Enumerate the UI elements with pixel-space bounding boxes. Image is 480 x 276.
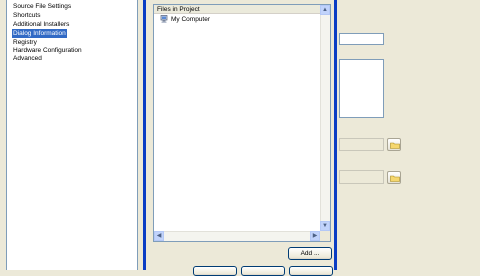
scroll-up-icon[interactable]: ▲ [320, 5, 330, 15]
scroll-left-icon[interactable]: ◀ [154, 231, 164, 241]
tree-node-label: My Computer [171, 16, 211, 23]
folder-icon [390, 175, 400, 184]
text-field[interactable] [339, 33, 384, 45]
path-field [339, 138, 384, 151]
multiline-text-field[interactable] [339, 59, 384, 118]
browse-button-2[interactable] [387, 171, 401, 184]
dialog-button-2[interactable] [241, 266, 285, 276]
files-list-header: Files in Project [154, 5, 322, 14]
scroll-right-icon[interactable]: ▶ [310, 231, 320, 241]
tree-item-shortcuts[interactable]: Shortcuts [12, 11, 41, 20]
tree-item-advanced[interactable]: Advanced [12, 54, 43, 63]
file-chooser-dialog: Files in Project My Computer ▲ ▼ ◀ ▶ Add… [143, 0, 337, 276]
tree-item-dialog-information[interactable]: Dialog Information [12, 29, 67, 38]
vertical-scrollbar[interactable]: ▲ ▼ [320, 5, 330, 231]
dialog-button-1[interactable] [193, 266, 237, 276]
path-field-2 [339, 170, 384, 184]
scroll-down-icon[interactable]: ▼ [320, 221, 330, 231]
files-in-project-list[interactable]: Files in Project My Computer ▲ ▼ ◀ ▶ [153, 4, 331, 242]
computer-icon [160, 15, 168, 23]
tree-item-source-file-settings[interactable]: Source File Settings [12, 2, 72, 11]
dialog-button-3[interactable] [289, 266, 333, 276]
tree-item-additional-installers[interactable]: Additional Installers [12, 20, 70, 29]
folder-icon [390, 142, 400, 151]
browse-button[interactable] [387, 138, 401, 151]
horizontal-scrollbar[interactable]: ◀ ▶ [154, 231, 330, 241]
settings-tree[interactable]: Source File Settings Shortcuts Additiona… [6, 0, 138, 270]
add-button[interactable]: Add ... [288, 247, 332, 260]
tree-node-my-computer[interactable]: My Computer [160, 15, 210, 25]
scrollbar-corner [320, 231, 330, 241]
